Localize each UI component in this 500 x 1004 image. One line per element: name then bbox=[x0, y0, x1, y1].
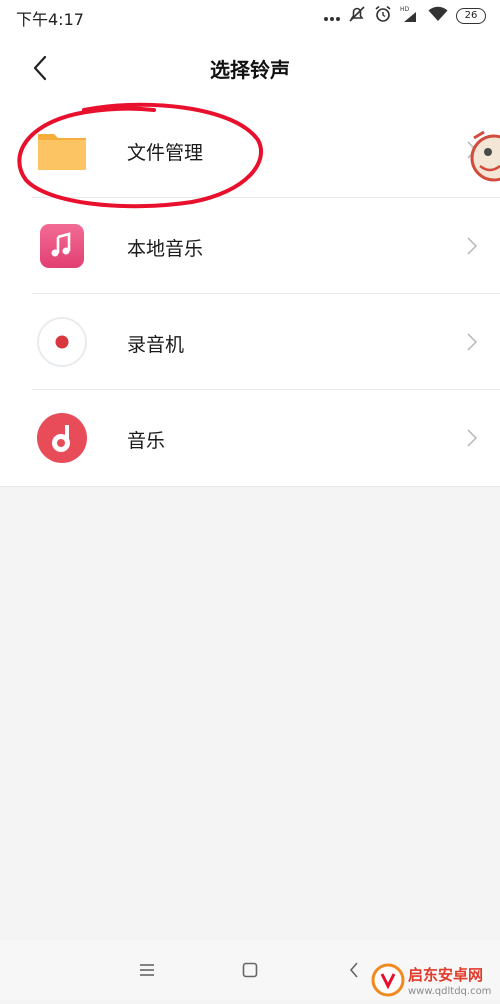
page-title: 选择铃声 bbox=[210, 58, 290, 82]
chevron-right-icon bbox=[467, 333, 478, 351]
music-app-icon bbox=[36, 412, 88, 464]
list-item-recorder[interactable]: 录音机 bbox=[0, 294, 500, 390]
wifi-icon bbox=[428, 6, 448, 26]
item-label: 录音机 bbox=[127, 334, 185, 356]
more-dots-icon bbox=[324, 7, 340, 26]
signal-icon: HD bbox=[400, 5, 420, 27]
decorative-sticker-icon bbox=[470, 130, 500, 182]
folder-icon bbox=[36, 124, 88, 176]
watermark: 启东安卓网 www.qdltdq.com bbox=[370, 960, 500, 1000]
menu-icon bbox=[140, 964, 154, 976]
status-icons: HD 26 bbox=[324, 5, 486, 27]
menu-button[interactable] bbox=[133, 956, 161, 984]
alarm-clock-icon bbox=[374, 5, 392, 27]
status-time: 下午4:17 bbox=[16, 10, 84, 29]
item-label: 本地音乐 bbox=[127, 238, 204, 260]
recorder-icon bbox=[36, 316, 88, 368]
battery-icon: 26 bbox=[456, 8, 486, 24]
chevron-right-icon bbox=[467, 429, 478, 447]
music-note-icon bbox=[36, 220, 88, 272]
item-label: 文件管理 bbox=[127, 142, 204, 164]
status-bar: 下午4:17 HD 26 bbox=[0, 0, 500, 34]
watermark-url: www.qdltdq.com bbox=[408, 986, 491, 997]
back-arrow-icon bbox=[349, 962, 358, 978]
back-nav-button[interactable] bbox=[340, 956, 368, 984]
chevron-right-icon bbox=[467, 237, 478, 255]
network-label: HD bbox=[400, 6, 410, 13]
list-item-music[interactable]: 音乐 bbox=[0, 390, 500, 486]
home-square-icon bbox=[242, 962, 258, 978]
list-item-file-manager[interactable]: 文件管理 bbox=[0, 102, 500, 198]
watermark-logo: 启东安卓网 www.qdltdq.com bbox=[371, 963, 491, 997]
list-item-local-music[interactable]: 本地音乐 bbox=[0, 198, 500, 294]
ringtone-source-list: 文件管理 本地音乐 录音机 音乐 bbox=[0, 102, 500, 487]
watermark-name: 启东安卓网 bbox=[408, 966, 483, 984]
item-label: 音乐 bbox=[127, 430, 166, 452]
header: 选择铃声 bbox=[0, 34, 500, 103]
home-button[interactable] bbox=[236, 956, 264, 984]
mute-bell-icon bbox=[348, 5, 366, 27]
